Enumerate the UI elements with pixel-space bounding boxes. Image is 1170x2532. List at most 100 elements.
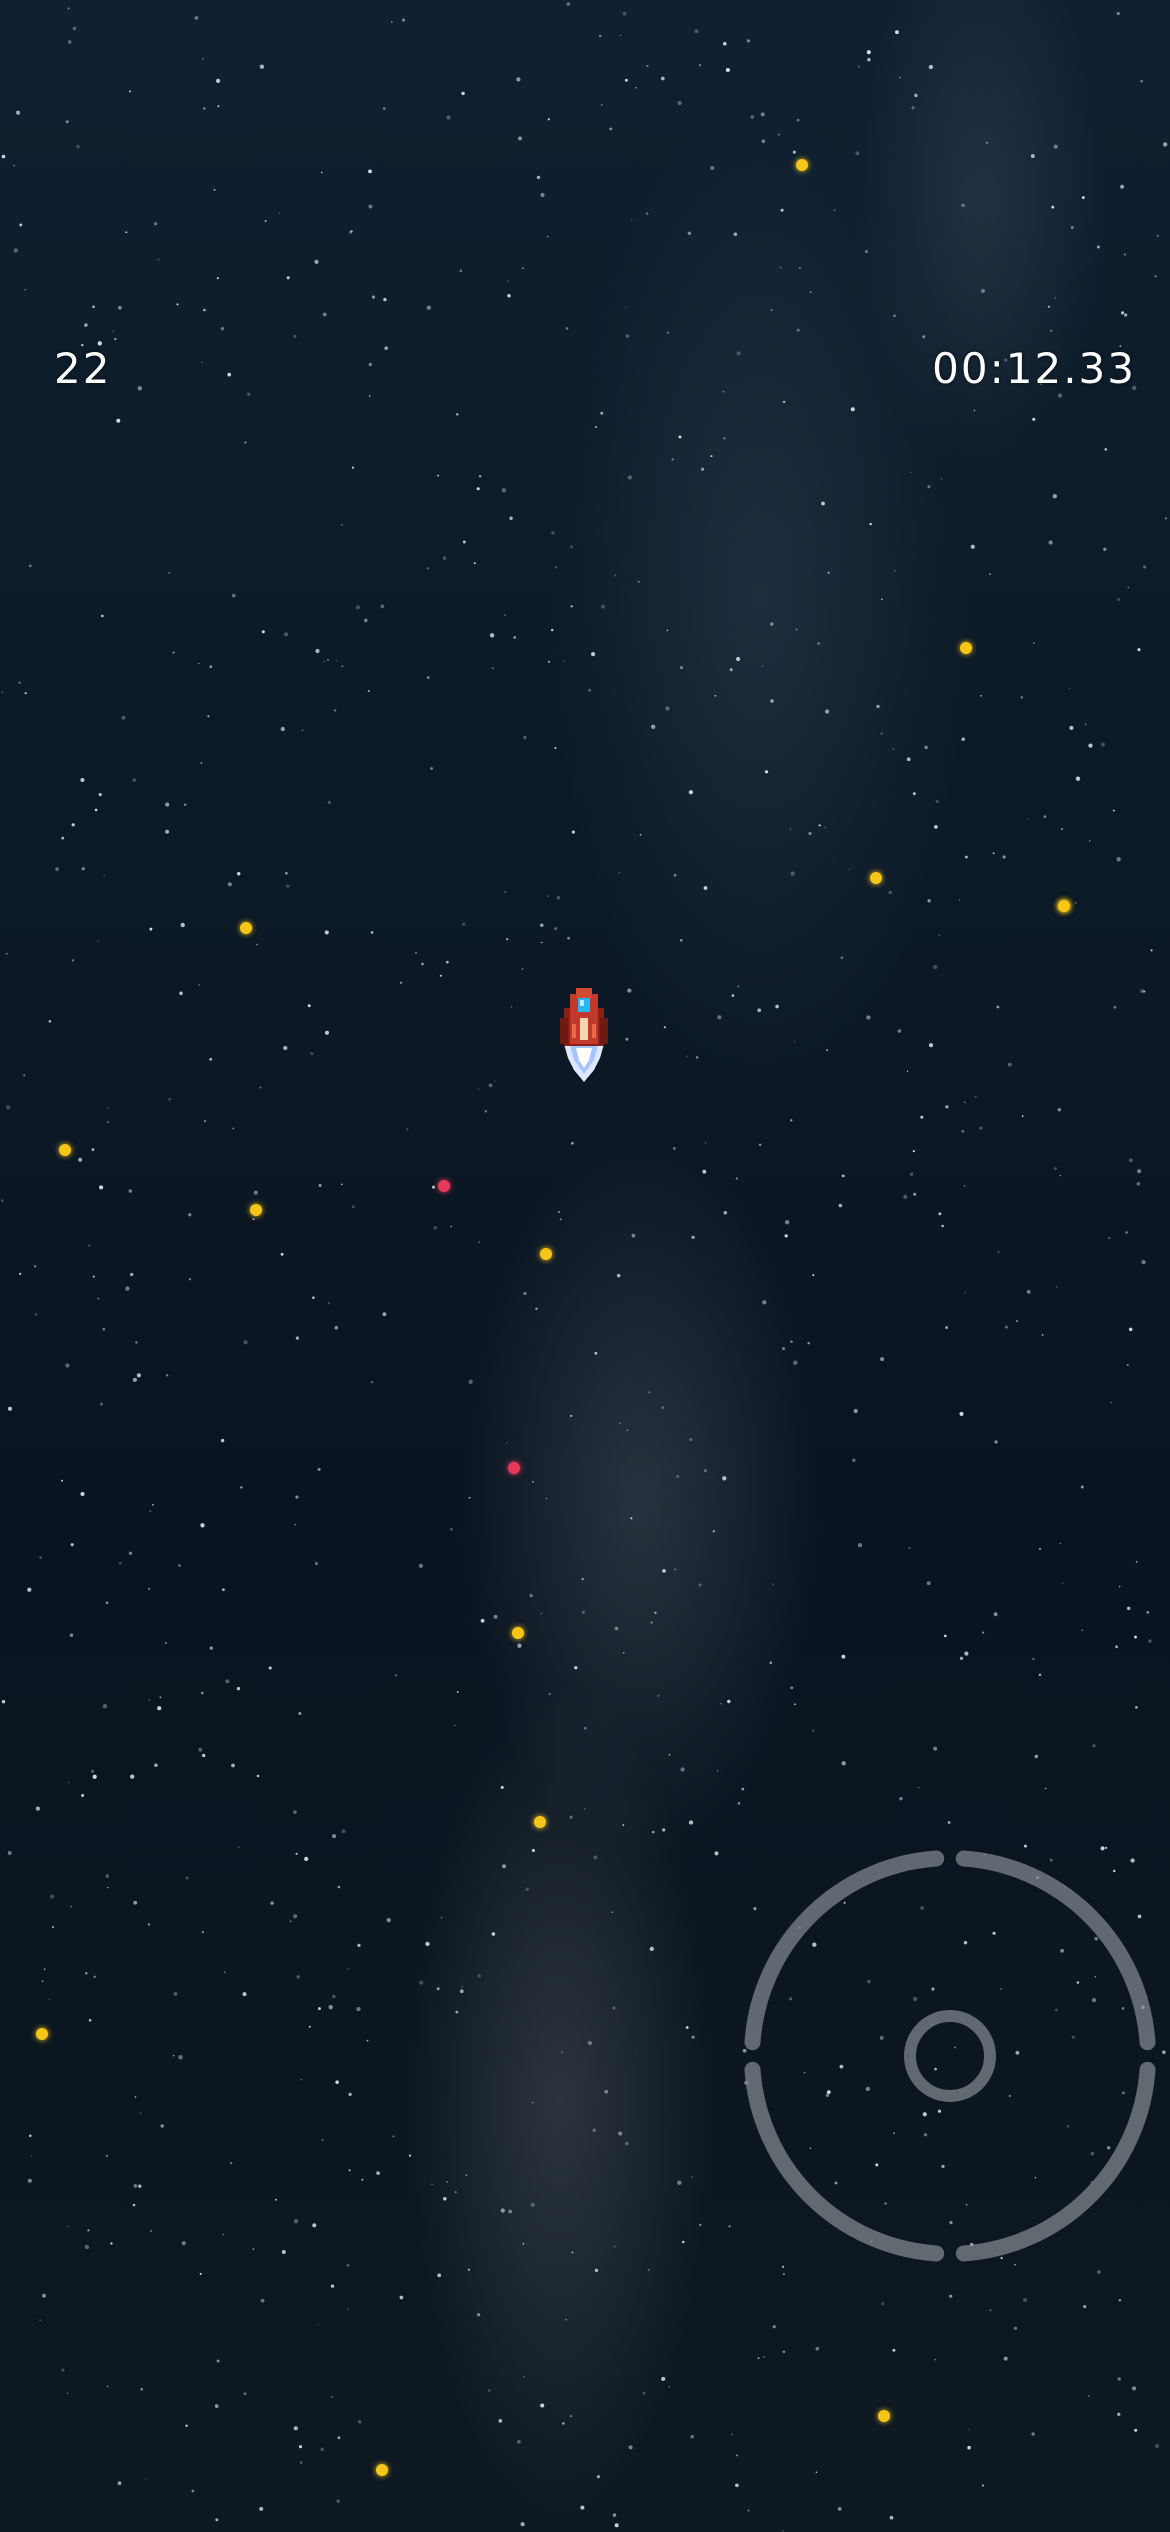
virtual-joystick[interactable] xyxy=(740,1846,1160,2266)
star xyxy=(1134,1635,1137,1639)
star xyxy=(943,1634,947,1638)
star xyxy=(198,984,200,986)
star xyxy=(204,1120,206,1122)
star xyxy=(200,1523,205,1528)
star xyxy=(1038,1673,1042,1677)
star xyxy=(1015,1320,1019,1323)
enemy-bullet xyxy=(438,1180,450,1192)
star xyxy=(574,1666,578,1670)
star xyxy=(1088,743,1093,748)
star xyxy=(293,2219,299,2224)
star xyxy=(779,266,782,269)
star xyxy=(209,665,213,669)
star xyxy=(283,1045,288,1051)
star xyxy=(650,1621,653,1624)
star xyxy=(735,1177,738,1180)
star xyxy=(152,1504,154,1506)
star xyxy=(710,165,715,171)
star xyxy=(270,1901,274,1905)
star xyxy=(477,1974,481,1978)
star xyxy=(244,441,247,444)
star xyxy=(548,1693,551,1696)
star xyxy=(300,2078,303,2081)
star xyxy=(728,2225,731,2228)
star xyxy=(649,1946,654,1952)
star xyxy=(911,106,915,110)
star xyxy=(225,1679,230,1684)
star xyxy=(102,1703,108,1709)
star xyxy=(737,1802,741,1805)
star xyxy=(676,1475,680,1478)
star xyxy=(488,2389,491,2392)
star xyxy=(332,1834,336,1839)
star xyxy=(99,1185,104,1190)
star xyxy=(213,188,216,191)
star xyxy=(790,1340,793,1343)
star xyxy=(1,154,6,159)
star xyxy=(179,991,183,996)
star xyxy=(418,1563,423,1568)
star xyxy=(5,1105,11,1110)
star xyxy=(892,2348,896,2352)
star xyxy=(517,136,523,141)
star xyxy=(133,1900,138,1905)
star xyxy=(546,235,549,238)
star xyxy=(688,790,693,795)
star xyxy=(529,1593,533,1598)
star xyxy=(638,581,640,583)
star xyxy=(105,1601,109,1604)
star xyxy=(961,1130,965,1133)
star xyxy=(260,2298,265,2303)
star xyxy=(295,1852,298,1855)
star xyxy=(964,855,968,859)
star xyxy=(618,871,621,874)
star xyxy=(559,1218,562,1221)
star xyxy=(686,1055,688,1057)
star xyxy=(222,2233,225,2236)
star xyxy=(1032,1657,1035,1661)
star xyxy=(431,1185,436,1189)
star xyxy=(280,1252,284,1256)
star xyxy=(256,943,258,946)
star xyxy=(489,633,495,638)
star xyxy=(982,1631,985,1634)
star xyxy=(594,2268,599,2273)
star xyxy=(35,1806,41,1811)
star xyxy=(80,1491,85,1497)
star xyxy=(651,1830,655,1834)
star xyxy=(201,1931,204,1934)
star xyxy=(392,2135,395,2138)
star xyxy=(107,1886,109,1889)
game-canvas[interactable]: 22 00:12.33 xyxy=(0,0,1170,2532)
star xyxy=(147,1923,151,1926)
star xyxy=(622,1824,625,1827)
star xyxy=(426,305,431,310)
star xyxy=(761,139,766,144)
star xyxy=(614,1626,619,1631)
star xyxy=(1057,393,1063,398)
star xyxy=(570,545,573,549)
star xyxy=(293,1810,297,1814)
star xyxy=(587,2041,592,2046)
star xyxy=(442,556,447,560)
star xyxy=(1051,205,1055,209)
star xyxy=(145,2477,147,2480)
star xyxy=(825,709,830,714)
star xyxy=(500,2208,505,2213)
star xyxy=(340,1183,343,1186)
star xyxy=(893,314,896,318)
star xyxy=(229,2161,233,2165)
star xyxy=(91,1769,94,1773)
star xyxy=(795,628,798,631)
star xyxy=(909,1172,914,1177)
star xyxy=(1031,2432,1035,2436)
star xyxy=(1069,725,1074,730)
star xyxy=(760,112,765,117)
star xyxy=(581,1610,585,1614)
star xyxy=(908,1546,911,1550)
star xyxy=(531,1480,534,1483)
star xyxy=(331,2395,334,2399)
star xyxy=(165,802,170,807)
star xyxy=(129,90,131,93)
star xyxy=(443,2196,447,2201)
